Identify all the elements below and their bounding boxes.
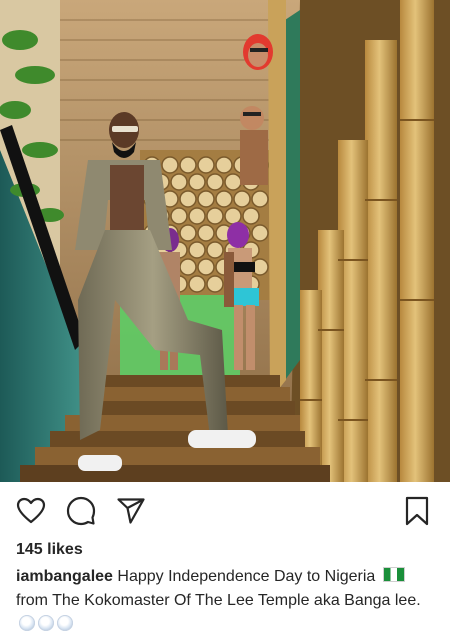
like-button[interactable]: [14, 494, 48, 528]
comment-bubble-icon: [66, 496, 96, 526]
caption-text-part1: Happy Independence Day to Nigeria: [112, 568, 380, 585]
heart-outline-icon: [16, 497, 46, 524]
share-button[interactable]: [114, 494, 148, 528]
post-photo-illustration: [0, 0, 450, 482]
caption-username[interactable]: iambangalee: [16, 568, 113, 585]
paper-plane-icon: [117, 498, 145, 524]
comment-button[interactable]: [64, 494, 98, 528]
caption-text-part2: from The Kokomaster Of The Lee Temple ak…: [16, 592, 421, 609]
post-action-bar: [0, 488, 450, 536]
bookmark-outline-icon: [405, 496, 429, 526]
likes-count[interactable]: 145 likes: [16, 541, 83, 559]
nigeria-flag-icon: [382, 567, 405, 582]
light-bulb-icon: [38, 615, 54, 631]
save-button[interactable]: [400, 494, 434, 528]
post-caption: iambangalee Happy Independence Day to Ni…: [16, 565, 436, 637]
light-bulb-icon: [19, 615, 35, 631]
post-photo[interactable]: [0, 0, 450, 482]
light-bulb-icon: [57, 615, 73, 631]
